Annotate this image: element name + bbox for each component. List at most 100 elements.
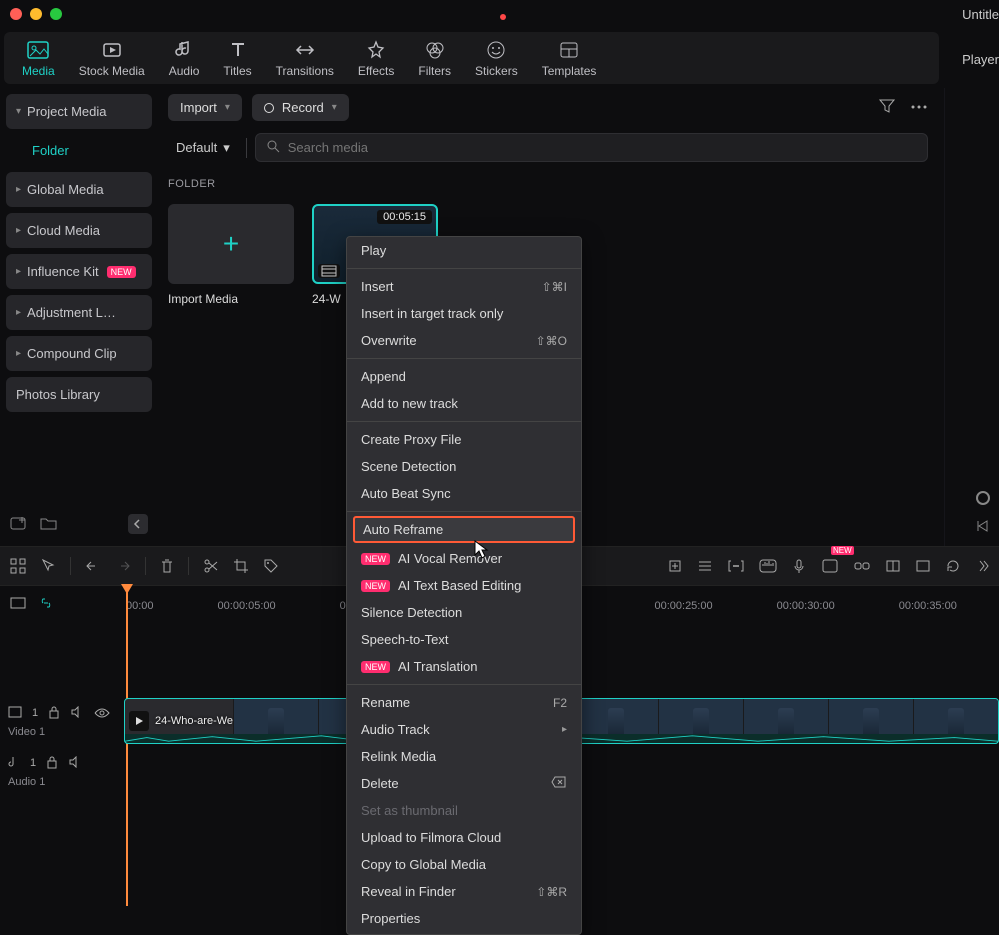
link-clips-icon[interactable]	[853, 559, 871, 573]
filter-icon[interactable]	[878, 98, 896, 117]
ctx-overwrite[interactable]: Overwrite⇧⌘O	[347, 327, 581, 354]
tab-titles[interactable]: Titles	[223, 40, 251, 78]
ctx-create-proxy[interactable]: Create Proxy File	[347, 426, 581, 453]
ctx-ai-translation[interactable]: NEWAI Translation	[347, 653, 581, 680]
sidebar-project-media[interactable]: ▾Project Media	[6, 94, 152, 129]
time-mark: 00:00:05:00	[218, 600, 276, 612]
ctx-auto-beat-sync[interactable]: Auto Beat Sync	[347, 480, 581, 507]
close-window[interactable]	[10, 8, 22, 20]
sidebar-global-media[interactable]: ▸Global Media	[6, 172, 152, 207]
add-marker-icon[interactable]	[667, 558, 683, 574]
filters-icon	[425, 40, 445, 60]
grid-edit-icon[interactable]	[10, 558, 26, 574]
brackets-icon[interactable]	[727, 559, 745, 573]
ctx-ai-text-editing[interactable]: NEWAI Text Based Editing	[347, 572, 581, 599]
search-input[interactable]	[288, 140, 917, 155]
effects-icon	[366, 40, 386, 60]
divider	[246, 138, 247, 158]
ctx-auto-reframe[interactable]: Auto Reframe	[353, 516, 575, 543]
search-box[interactable]	[255, 133, 928, 162]
record-button[interactable]: Record▾	[252, 94, 349, 121]
ctx-insert[interactable]: Insert⇧⌘I	[347, 273, 581, 300]
tab-templates[interactable]: Templates	[542, 40, 597, 78]
chevron-right-icon: ▸	[16, 184, 21, 195]
maximize-window[interactable]	[50, 8, 62, 20]
ctx-copy-global[interactable]: Copy to Global Media	[347, 851, 581, 878]
ctx-relink-media[interactable]: Relink Media	[347, 743, 581, 770]
ctx-speech-to-text[interactable]: Speech-to-Text	[347, 626, 581, 653]
playhead[interactable]	[126, 586, 128, 906]
sidebar-photos-library[interactable]: Photos Library	[6, 377, 152, 412]
ctx-ai-vocal-remover[interactable]: NEWAI Vocal Remover	[347, 545, 581, 572]
tab-filters[interactable]: Filters	[418, 40, 451, 78]
aspect-icon[interactable]	[885, 559, 901, 573]
search-icon	[266, 139, 280, 156]
sidebar-cloud-media[interactable]: ▸Cloud Media	[6, 213, 152, 248]
waveform-icon[interactable]	[759, 559, 777, 573]
more-icon[interactable]	[910, 98, 928, 117]
audio-track-icon	[8, 755, 20, 772]
ctx-append[interactable]: Append	[347, 363, 581, 390]
tab-stickers[interactable]: Stickers	[475, 40, 518, 78]
ai-tool-icon[interactable]: NEW	[821, 558, 839, 574]
chevron-down-icon: ▾	[225, 102, 230, 113]
time-mark: 00:00:25:00	[654, 600, 712, 612]
export-frame-icon[interactable]	[915, 559, 931, 573]
minimize-window[interactable]	[30, 8, 42, 20]
ctx-scene-detection[interactable]: Scene Detection	[347, 453, 581, 480]
folder-icon[interactable]	[40, 515, 58, 534]
import-media-tile[interactable]: + Import Media	[168, 204, 294, 306]
link-icon[interactable]	[38, 596, 54, 613]
ctx-play[interactable]: Play	[347, 237, 581, 264]
mute-icon[interactable]	[70, 706, 84, 721]
lock-icon[interactable]	[46, 755, 58, 772]
section-folder-label: FOLDER	[168, 178, 928, 190]
chevron-down-icon: ▾	[16, 106, 21, 117]
add-folder-icon[interactable]	[10, 515, 28, 534]
tag-icon[interactable]	[263, 558, 279, 574]
collapse-sidebar-button[interactable]	[128, 514, 148, 534]
prev-frame-icon[interactable]	[975, 519, 991, 536]
chevron-down-icon: ▾	[223, 140, 230, 156]
sidebar-folder[interactable]: Folder	[6, 135, 152, 166]
ctx-upload-cloud[interactable]: Upload to Filmora Cloud	[347, 824, 581, 851]
ctx-insert-target[interactable]: Insert in target track only	[347, 300, 581, 327]
sidebar-influence-kit[interactable]: ▸Influence KitNEW	[6, 254, 152, 289]
marker-icon[interactable]	[976, 491, 990, 505]
sidebar-adjustment-layer[interactable]: ▸Adjustment L…	[6, 295, 152, 330]
ctx-add-new-track[interactable]: Add to new track	[347, 390, 581, 417]
visibility-icon[interactable]	[94, 706, 110, 721]
mute-icon[interactable]	[68, 756, 82, 771]
tab-audio[interactable]: Audio	[169, 40, 200, 78]
stickers-icon	[486, 40, 506, 60]
select-tool-icon[interactable]	[40, 558, 56, 574]
tab-transitions[interactable]: Transitions	[276, 40, 334, 78]
redo-icon[interactable]	[115, 559, 131, 573]
track-options-icon[interactable]	[10, 596, 26, 613]
crop-icon[interactable]	[233, 558, 249, 574]
ctx-audio-track[interactable]: Audio Track▸	[347, 716, 581, 743]
play-icon	[129, 711, 149, 731]
tab-stock-media[interactable]: Stock Media	[79, 40, 145, 78]
ctx-rename[interactable]: RenameF2	[347, 689, 581, 716]
delete-icon[interactable]	[160, 558, 174, 574]
sort-dropdown[interactable]: Default▾	[168, 134, 238, 162]
tab-effects[interactable]: Effects	[358, 40, 394, 78]
duration-badge: 00:05:15	[377, 210, 432, 224]
import-button[interactable]: Import▾	[168, 94, 242, 121]
track-display-icon[interactable]	[697, 559, 713, 573]
ctx-silence-detection[interactable]: Silence Detection	[347, 599, 581, 626]
tab-media[interactable]: Media	[22, 40, 55, 78]
ctx-properties[interactable]: Properties	[347, 905, 581, 932]
refresh-icon[interactable]	[945, 558, 961, 574]
split-icon[interactable]	[203, 558, 219, 574]
voice-icon[interactable]	[791, 558, 807, 574]
undo-icon[interactable]	[85, 559, 101, 573]
new-badge: NEW	[831, 546, 854, 555]
sidebar-compound-clip[interactable]: ▸Compound Clip	[6, 336, 152, 371]
ctx-delete[interactable]: Delete	[347, 770, 581, 797]
ctx-reveal-finder[interactable]: Reveal in Finder⇧⌘R	[347, 878, 581, 905]
lock-icon[interactable]	[48, 705, 60, 722]
chevron-right-icon: ▸	[16, 348, 21, 359]
expand-icon[interactable]	[975, 559, 989, 573]
